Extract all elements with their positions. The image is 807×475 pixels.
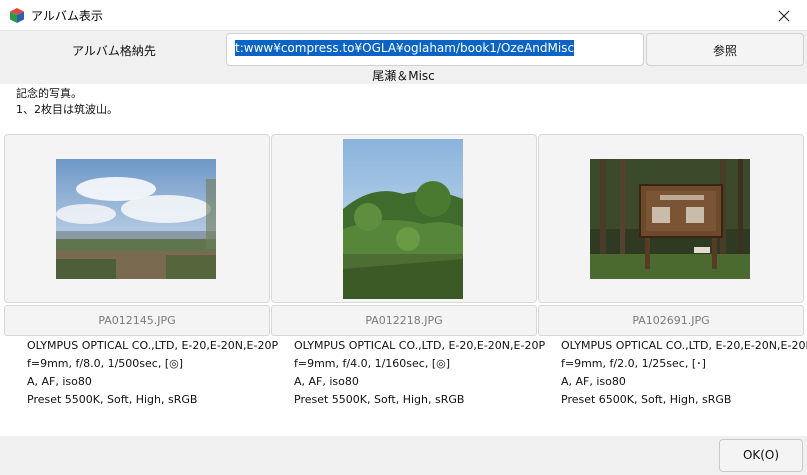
- close-button[interactable]: [761, 0, 807, 31]
- album-description: 記念的写真。 1、2枚目は筑波山。: [16, 86, 118, 118]
- photo-filename-button[interactable]: PA102691.JPG: [538, 305, 804, 336]
- photo-filename-button[interactable]: PA012145.JPG: [4, 305, 270, 336]
- exif-line: OLYMPUS OPTICAL CO.,LTD, E-20,E-20N,E-20…: [294, 339, 546, 352]
- album-title: 尾瀬＆Misc: [372, 69, 435, 83]
- exif-line: f=9mm, f/4.0, 1/160sec, [◎]: [294, 357, 450, 370]
- exif-line: OLYMPUS OPTICAL CO.,LTD, E-20,E-20N,E-20…: [27, 339, 279, 352]
- path-value: t:www¥compress.to¥OGLA¥oglaham/book1/Oze…: [235, 40, 575, 56]
- exif-line: A, AF, iso80: [561, 375, 626, 388]
- exif-line: A, AF, iso80: [294, 375, 359, 388]
- footer-bar: OK(O): [0, 436, 807, 475]
- folder-label: アルバム格納先: [72, 44, 156, 58]
- description-line: 記念的写真。: [16, 87, 82, 100]
- photo-thumbnail-card[interactable]: [271, 134, 537, 303]
- folder-row: アルバム格納先 t:www¥compress.to¥OGLA¥oglaham/b…: [0, 31, 807, 68]
- close-icon: [778, 10, 790, 21]
- photo-thumbnail-card[interactable]: [538, 134, 804, 303]
- exif-line: A, AF, iso80: [27, 375, 92, 388]
- browse-button[interactable]: 参照: [646, 33, 804, 66]
- photo-exif-info: OLYMPUS OPTICAL CO.,LTD, E-20,E-20N,E-20…: [561, 337, 807, 409]
- title-bar: アルバム表示: [0, 0, 807, 31]
- exif-line: Preset 5500K, Soft, High, sRGB: [27, 393, 198, 406]
- app-cube-icon: [10, 8, 24, 23]
- photo-exif-info: OLYMPUS OPTICAL CO.,LTD, E-20,E-20N,E-20…: [27, 337, 278, 409]
- ok-button[interactable]: OK(O): [719, 439, 803, 472]
- album-path-input[interactable]: t:www¥compress.to¥OGLA¥oglaham/book1/Oze…: [226, 33, 644, 66]
- photo-image: [590, 159, 750, 279]
- photo-exif-info: OLYMPUS OPTICAL CO.,LTD, E-20,E-20N,E-20…: [294, 337, 545, 409]
- photo-thumbnail-card[interactable]: [4, 134, 270, 303]
- exif-line: f=9mm, f/2.0, 1/25sec, [･]: [561, 357, 706, 370]
- exif-line: OLYMPUS OPTICAL CO.,LTD, E-20,E-20N,E-20…: [561, 339, 807, 352]
- exif-line: Preset 6500K, Soft, High, sRGB: [561, 393, 732, 406]
- album-content: 記念的写真。 1、2枚目は筑波山。 PA012145.JPG OLYMPUS O…: [0, 84, 807, 436]
- description-line: 1、2枚目は筑波山。: [16, 103, 118, 116]
- window-title: アルバム表示: [31, 9, 103, 23]
- exif-line: f=9mm, f/8.0, 1/500sec, [◎]: [27, 357, 183, 370]
- photo-image: [343, 139, 463, 299]
- photo-image: [56, 159, 216, 279]
- photo-filename-button[interactable]: PA012218.JPG: [271, 305, 537, 336]
- exif-line: Preset 5500K, Soft, High, sRGB: [294, 393, 465, 406]
